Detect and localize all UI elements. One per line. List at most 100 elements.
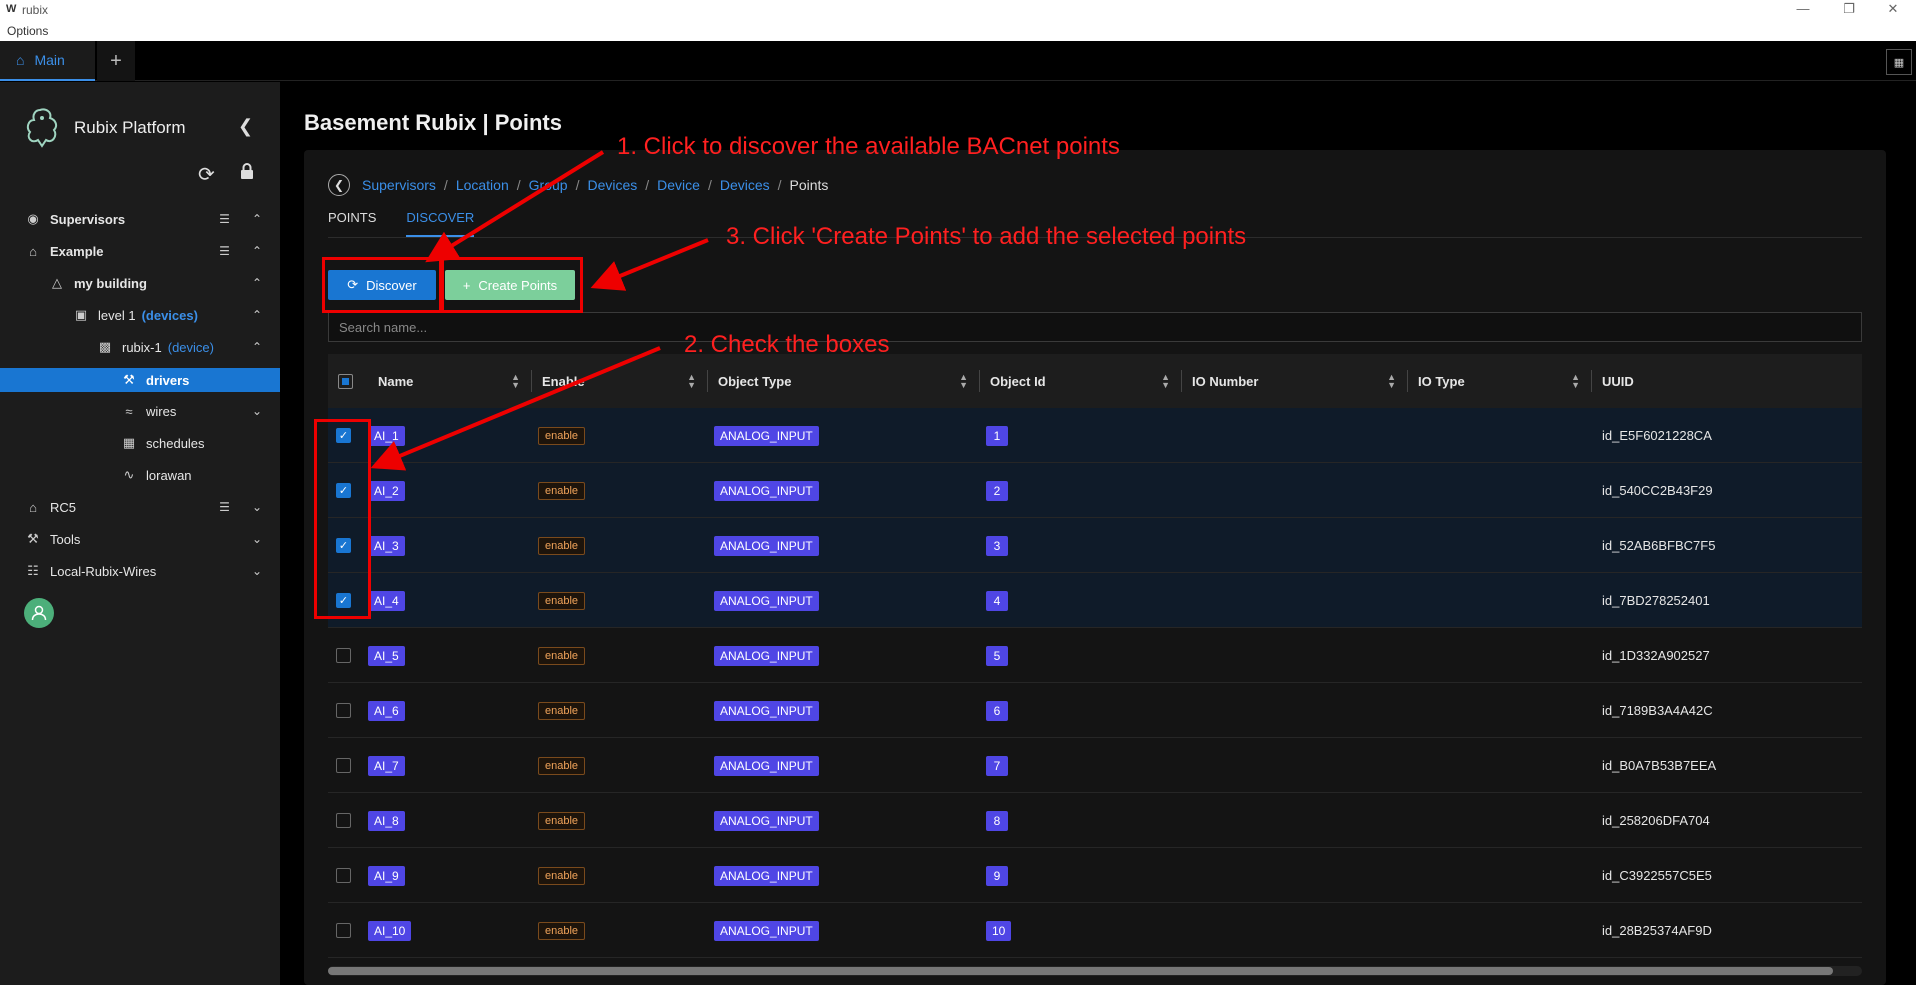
chevron-down-icon[interactable]: ⌄ xyxy=(252,564,262,578)
breadcrumb-item[interactable]: Devices xyxy=(587,177,637,193)
table-row[interactable]: AI_6 enable ANALOG_INPUT 6 id_7189B3A4A4… xyxy=(328,683,1862,738)
sort-icon[interactable]: ▲ ▼ xyxy=(1571,373,1580,390)
row-checkbox[interactable] xyxy=(336,703,351,718)
tab-main-label: Main xyxy=(34,52,65,68)
row-checkbox[interactable] xyxy=(336,758,351,773)
sidebar-item-example[interactable]: ⌂ Example ☰ ⌃ xyxy=(0,236,280,266)
object-id-tag: 3 xyxy=(986,535,1008,556)
table-row[interactable]: AI_8 enable ANALOG_INPUT 8 id_258206DFA7… xyxy=(328,793,1862,848)
tab-points[interactable]: POINTS xyxy=(328,210,376,237)
chevron-up-icon[interactable]: ⌃ xyxy=(252,340,262,354)
row-checkbox[interactable] xyxy=(336,813,351,828)
column-header-io-number[interactable]: IO Number ▲ ▼ xyxy=(1182,354,1408,408)
row-checkbox[interactable] xyxy=(336,868,351,883)
annotation-step-3: 3. Click 'Create Points' to add the sele… xyxy=(726,223,1247,250)
column-header-name[interactable]: Name ▲ ▼ xyxy=(368,354,532,408)
table-row[interactable]: AI_9 enable ANALOG_INPUT 9 id_C3922557C5… xyxy=(328,848,1862,903)
table-row[interactable]: ✓ AI_2 enable ANALOG_INPUT 2 id_540CC2B4… xyxy=(328,463,1862,518)
sidebar-item-label: rubix-1 xyxy=(122,339,162,355)
annotation-box-create xyxy=(441,257,583,313)
sort-icon[interactable]: ▲ ▼ xyxy=(687,373,696,390)
sort-icon[interactable]: ▲ ▼ xyxy=(511,373,520,390)
main-content: Basement Rubix | Points ❮ Supervisors / L… xyxy=(280,82,1916,985)
layout-icon[interactable]: ▦ xyxy=(1886,49,1912,75)
breadcrumb-item[interactable]: Device xyxy=(657,177,700,193)
chevron-down-icon[interactable]: ⌄ xyxy=(252,500,262,514)
uuid-cell: id_258206DFA704 xyxy=(1602,813,1710,828)
sidebar-item-rubix-1[interactable]: ▩ rubix-1 (device) ⌃ xyxy=(0,332,280,362)
point-name-tag: AI_10 xyxy=(368,920,412,941)
table-row[interactable]: AI_5 enable ANALOG_INPUT 5 id_1D332A9025… xyxy=(328,628,1862,683)
chevron-down-icon[interactable]: ⌄ xyxy=(252,532,262,546)
refresh-icon[interactable]: ⟳ xyxy=(198,162,215,187)
sidebar-item-label: level 1 xyxy=(98,307,136,323)
sidebar-item-local-rubix-wires[interactable]: ☷ Local-Rubix-Wires ⌄ xyxy=(0,556,280,586)
table-row[interactable]: AI_7 enable ANALOG_INPUT 7 id_B0A7B53B7E… xyxy=(328,738,1862,793)
sidebar-item-rc5[interactable]: ⌂ RC5 ☰ ⌄ xyxy=(0,492,280,522)
object-id-tag: 8 xyxy=(986,810,1008,831)
table-row[interactable]: ✓ AI_4 enable ANALOG_INPUT 4 id_7BD27825… xyxy=(328,573,1862,628)
menu-icon[interactable]: ☰ xyxy=(219,244,230,258)
enable-tag: enable xyxy=(538,591,586,610)
column-header-io-type[interactable]: IO Type ▲ ▼ xyxy=(1408,354,1592,408)
sort-icon[interactable]: ▲ ▼ xyxy=(1387,373,1396,390)
lock-icon[interactable] xyxy=(238,162,256,180)
enable-tag: enable xyxy=(538,921,586,940)
menu-options[interactable]: Options xyxy=(7,24,48,38)
sidebar-item-schedules[interactable]: ▦ schedules xyxy=(0,428,280,458)
collapse-sidebar-icon[interactable]: ❮ xyxy=(238,116,253,137)
chevron-up-icon[interactable]: ⌃ xyxy=(252,244,262,258)
uuid-cell: id_7BD278252401 xyxy=(1602,593,1710,608)
minimize-icon[interactable]: — xyxy=(1780,0,1826,20)
breadcrumb-item[interactable]: Devices xyxy=(720,177,770,193)
sidebar-item-my-building[interactable]: △ my building ⌃ xyxy=(0,268,280,298)
scrollbar-thumb[interactable] xyxy=(328,967,1833,975)
sort-icon[interactable]: ▲ ▼ xyxy=(959,373,968,390)
add-tab-button[interactable]: + xyxy=(97,41,135,81)
column-header-enable[interactable]: Enable ▲ ▼ xyxy=(532,354,708,408)
wrench-icon: ⚒ xyxy=(27,531,39,546)
chevron-down-icon[interactable]: ⌄ xyxy=(252,404,262,418)
sidebar-item-lorawan[interactable]: ∿ lorawan xyxy=(0,460,280,490)
horizontal-scrollbar[interactable] xyxy=(328,966,1862,976)
points-table: Name ▲ ▼ Enable ▲ ▼ Object Type ▲ ▼ Object … xyxy=(328,354,1862,958)
chevron-up-icon[interactable]: ⌃ xyxy=(252,212,262,226)
home-icon: ⌂ xyxy=(29,243,37,259)
sidebar-item-level-1[interactable]: ▣ level 1 (devices) ⌃ xyxy=(0,300,280,330)
sidebar-item-supervisors[interactable]: ◉ Supervisors ☰ ⌃ xyxy=(0,204,280,234)
sort-icon[interactable]: ▲ ▼ xyxy=(1161,373,1170,390)
app-logo: W xyxy=(6,3,17,15)
close-icon[interactable]: ✕ xyxy=(1870,0,1916,20)
menu-icon[interactable]: ☰ xyxy=(219,212,230,226)
breadcrumb-item[interactable]: Supervisors xyxy=(362,177,436,193)
sidebar-item-wires[interactable]: ≈ wires ⌄ xyxy=(0,396,280,426)
tab-discover[interactable]: DISCOVER xyxy=(406,210,475,237)
breadcrumb-item[interactable]: Group xyxy=(529,177,568,193)
table-row[interactable]: ✓ AI_1 enable ANALOG_INPUT 1 id_E5F60212… xyxy=(328,408,1862,463)
object-type-tag: ANALOG_INPUT xyxy=(714,425,819,446)
table-row[interactable]: AI_10 enable ANALOG_INPUT 10 id_28B25374… xyxy=(328,903,1862,958)
chevron-up-icon[interactable]: ⌃ xyxy=(252,308,262,322)
breadcrumb-item[interactable]: Location xyxy=(456,177,509,193)
column-header-object-type[interactable]: Object Type ▲ ▼ xyxy=(708,354,980,408)
column-header-object-id[interactable]: Object Id ▲ ▼ xyxy=(980,354,1182,408)
menu-icon[interactable]: ☰ xyxy=(219,500,230,514)
column-header-uuid[interactable]: UUID xyxy=(1592,354,1862,408)
chevron-up-icon[interactable]: ⌃ xyxy=(252,276,262,290)
back-icon[interactable]: ❮ xyxy=(328,174,350,196)
restore-icon[interactable]: ❐ xyxy=(1826,0,1872,20)
breadcrumb-current: Points xyxy=(789,177,829,193)
avatar[interactable] xyxy=(24,598,54,628)
row-checkbox[interactable] xyxy=(336,648,351,663)
object-id-tag: 6 xyxy=(986,700,1008,721)
sidebar-item-tools[interactable]: ⚒ Tools ⌄ xyxy=(0,524,280,554)
wires-icon: ≈ xyxy=(125,403,133,419)
search-input[interactable] xyxy=(328,312,1862,342)
sidebar-item-drivers[interactable]: ⚒ drivers xyxy=(0,368,280,392)
select-all-checkbox[interactable] xyxy=(338,373,353,389)
row-checkbox[interactable] xyxy=(336,923,351,938)
table-row[interactable]: ✓ AI_3 enable ANALOG_INPUT 3 id_52AB6BFB… xyxy=(328,518,1862,573)
tab-main[interactable]: ⌂ Main xyxy=(0,41,95,81)
window-title: rubix xyxy=(22,3,49,17)
brand-title: Rubix Platform xyxy=(74,118,186,137)
